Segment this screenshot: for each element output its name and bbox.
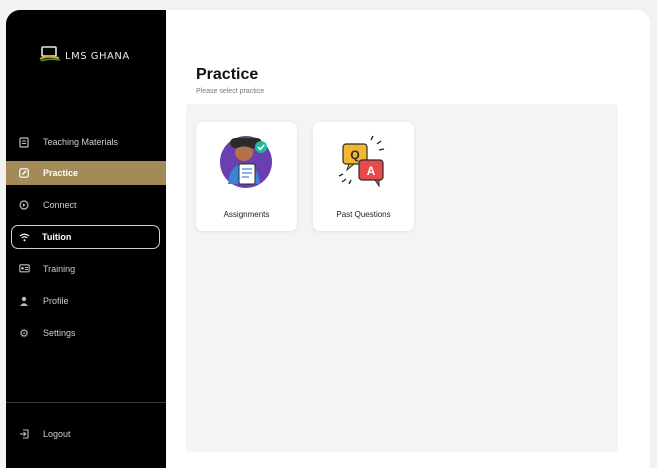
sidebar-divider xyxy=(6,402,166,403)
card-label: Assignments xyxy=(223,210,270,219)
chat-icon xyxy=(18,199,30,211)
app-window: LMS GHANA Teaching Materials Practice Co… xyxy=(6,10,650,468)
sidebar-item-tuition[interactable]: Tuition xyxy=(11,225,160,249)
sidebar-item-training[interactable]: Training xyxy=(6,257,166,281)
sidebar-item-practice[interactable]: Practice xyxy=(6,161,166,185)
brand-logo[interactable]: LMS GHANA xyxy=(39,46,130,67)
past-questions-card[interactable]: Q A Past Questions xyxy=(313,122,414,231)
logout-icon xyxy=(18,428,30,440)
sidebar-item-label: Tuition xyxy=(42,232,72,242)
sidebar-item-label: Connect xyxy=(43,200,77,210)
assignment-person-icon xyxy=(216,132,276,192)
sidebar-item-label: Training xyxy=(43,264,76,274)
sidebar-item-label: Practice xyxy=(43,168,79,178)
sidebar-item-teaching-materials[interactable]: Teaching Materials xyxy=(6,130,166,154)
sidebar-item-settings[interactable]: ⚙ Settings xyxy=(6,321,166,345)
wifi-icon xyxy=(18,231,30,243)
svg-text:A: A xyxy=(367,164,376,178)
monitor-logo-icon xyxy=(39,46,61,67)
person-icon xyxy=(18,295,30,307)
brand-name: LMS GHANA xyxy=(65,51,130,62)
edit-icon xyxy=(18,167,30,179)
qa-bubbles-icon: Q A xyxy=(333,132,393,192)
gear-icon: ⚙ xyxy=(19,327,29,340)
svg-text:Q: Q xyxy=(350,148,359,162)
sidebar-item-profile[interactable]: Profile xyxy=(6,289,166,313)
sidebar-item-label: Profile xyxy=(43,296,69,306)
page-title: Practice xyxy=(196,66,259,83)
logout-label: Logout xyxy=(43,429,71,439)
book-icon xyxy=(18,136,30,148)
page-subtitle: Please select practice xyxy=(196,88,265,95)
logout-button[interactable]: Logout xyxy=(6,422,166,446)
sidebar-item-label: Teaching Materials xyxy=(43,137,119,147)
sidebar-item-connect[interactable]: Connect xyxy=(6,193,166,217)
assignments-card[interactable]: Assignments xyxy=(196,122,297,231)
training-icon xyxy=(18,263,30,275)
main-content: Practice Please select practice Assignme… xyxy=(166,10,650,468)
card-label: Past Questions xyxy=(336,210,391,219)
sidebar: LMS GHANA Teaching Materials Practice Co… xyxy=(6,10,166,468)
sidebar-item-label: Settings xyxy=(43,328,76,338)
